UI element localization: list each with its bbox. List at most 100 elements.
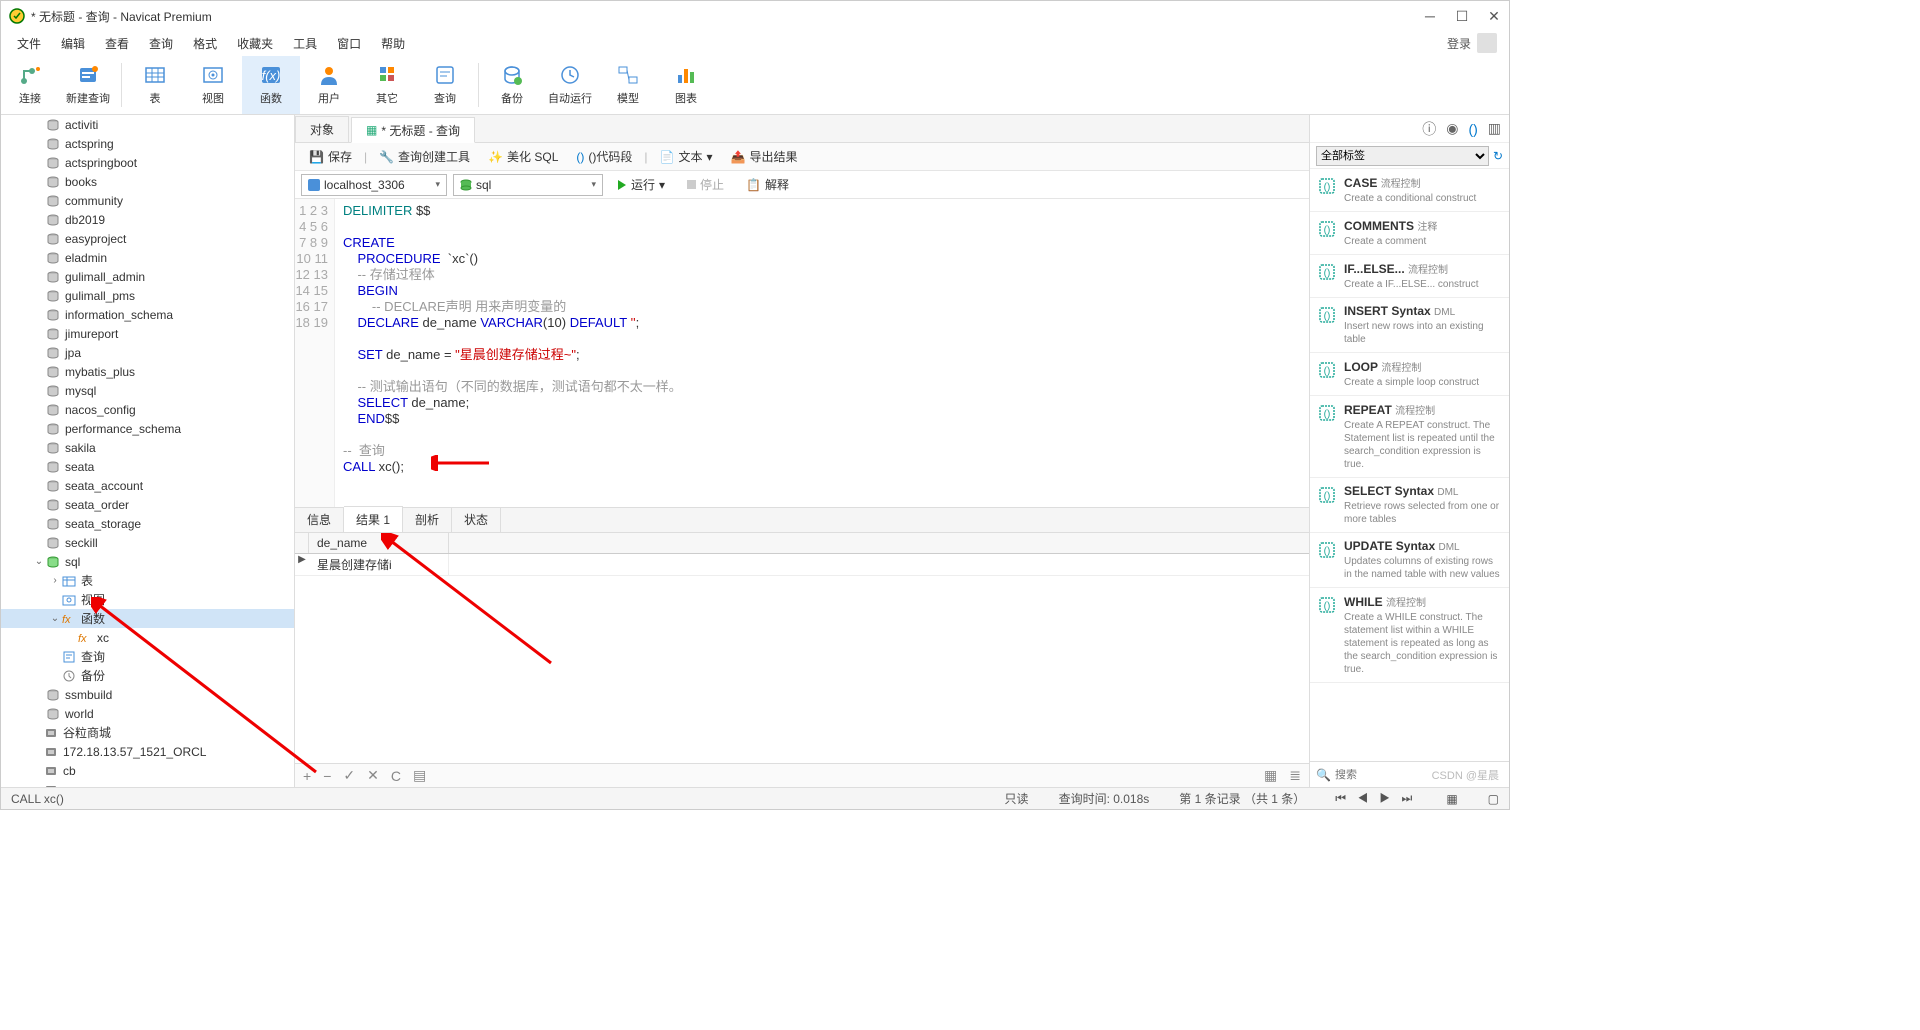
refresh-snippets-icon[interactable]: ↻ [1493,149,1503,163]
code-snippet-button[interactable]: ()()代码段 [568,145,640,168]
tree-item-sql[interactable]: ⌄sql [1,552,294,571]
menu-窗口[interactable]: 窗口 [327,34,371,54]
menu-工具[interactable]: 工具 [283,34,327,54]
toolbar-function[interactable]: f(x)函数 [242,56,300,114]
connection-dropdown[interactable]: localhost_3306▾ [301,174,447,196]
list-view-icon[interactable]: ≣ [1289,767,1301,784]
expander-icon[interactable]: ⌄ [33,556,45,567]
text-button[interactable]: 📄 文本 ▾ [652,145,721,168]
toolbar-new-query[interactable]: 新建查询 [59,56,117,114]
toolbar-model[interactable]: 模型 [599,56,657,114]
tree-item-world[interactable]: world [1,704,294,723]
snippet-UPDATE-Syntax[interactable]: ()UPDATE Syntax DMLUpdates columns of ex… [1310,533,1509,588]
tree-item-actspringboot[interactable]: actspringboot [1,153,294,172]
cell-value[interactable]: 星晨创建存储i [309,554,449,575]
table-row[interactable]: ▶ 星晨创建存储i [295,554,1309,576]
grid-mode-icon[interactable]: ▦ [1446,792,1457,806]
menu-查询[interactable]: 查询 [139,34,183,54]
toolbar-automation[interactable]: 自动运行 [541,56,599,114]
tab-info[interactable]: 信息 [295,507,344,532]
tree-item-community[interactable]: community [1,191,294,210]
database-dropdown[interactable]: sql▾ [453,174,603,196]
snippet-list[interactable]: ()CASE 流程控制Create a conditional construc… [1310,169,1509,761]
code-snippet-panel-icon[interactable]: () [1468,121,1477,137]
maximize-button[interactable]: ☐ [1455,9,1469,23]
tree-item-seckill[interactable]: seckill [1,533,294,552]
menu-查看[interactable]: 查看 [95,34,139,54]
toolbar-connect[interactable]: 连接 [1,56,59,114]
refresh-icon[interactable]: C [391,768,401,784]
tree-item-easyproject[interactable]: easyproject [1,229,294,248]
toolbar-backup[interactable]: 备份 [483,56,541,114]
object-tree-sidebar[interactable]: activitiactspringactspringbootbookscommu… [1,115,295,787]
snippet-SELECT-Syntax[interactable]: ()SELECT Syntax DMLRetrieve rows selecte… [1310,478,1509,533]
tab-status[interactable]: 状态 [452,507,501,532]
delete-record-icon[interactable]: − [323,768,331,784]
grid-view-icon[interactable]: ▦ [1264,767,1277,784]
cancel-icon[interactable]: ✕ [367,767,379,784]
tree-item-seata_storage[interactable]: seata_storage [1,514,294,533]
minimize-button[interactable]: ─ [1423,9,1437,23]
tree-item-gulimall_admin[interactable]: gulimall_admin [1,267,294,286]
beautify-sql-button[interactable]: ✨ 美化 SQL [480,145,566,168]
snippet-INSERT-Syntax[interactable]: ()INSERT Syntax DMLInsert new rows into … [1310,298,1509,353]
tree-item-mysql[interactable]: mysql [1,381,294,400]
tree-item-information_schema[interactable]: information_schema [1,305,294,324]
save-button[interactable]: 💾 保存 [301,145,360,168]
form-mode-icon[interactable]: ▢ [1488,792,1499,806]
tree-item-172.18.13.57_1521_ORCL[interactable]: 172.18.13.57_1521_ORCL [1,742,294,761]
tree-item-xc[interactable]: fxxc [1,628,294,647]
expander-icon[interactable]: › [49,575,61,586]
tree-item-zs[interactable]: zs [1,780,294,787]
tree-item-cb[interactable]: cb [1,761,294,780]
menu-文件[interactable]: 文件 [7,34,51,54]
tab-analyze[interactable]: 剖析 [403,507,452,532]
menu-格式[interactable]: 格式 [183,34,227,54]
export-button[interactable]: 📤 导出结果 [723,145,806,168]
toolbar-query[interactable]: 查询 [416,56,474,114]
tree-item-备份[interactable]: 备份 [1,666,294,685]
apply-icon[interactable]: ✓ [343,767,355,784]
toolbar-user[interactable]: 用户 [300,56,358,114]
record-nav[interactable]: ⏮ ◀ ▶ ⏭ [1335,791,1416,806]
tab-object[interactable]: 对象 [295,116,349,142]
tree-item-db2019[interactable]: db2019 [1,210,294,229]
menu-编辑[interactable]: 编辑 [51,34,95,54]
menu-收藏夹[interactable]: 收藏夹 [227,34,283,54]
explain-button[interactable]: 📋 解释 [738,173,797,196]
close-button[interactable]: ✕ [1487,9,1501,23]
snippet-LOOP[interactable]: ()LOOP 流程控制Create a simple loop construc… [1310,353,1509,396]
tree-item-seata_account[interactable]: seata_account [1,476,294,495]
snippet-filter-dropdown[interactable]: 全部标签 [1316,146,1489,166]
toolbar-table[interactable]: 表 [126,56,184,114]
tree-item-seata_order[interactable]: seata_order [1,495,294,514]
snippet-CASE[interactable]: ()CASE 流程控制Create a conditional construc… [1310,169,1509,212]
tree-item-谷粒商城[interactable]: 谷粒商城 [1,723,294,742]
tree-item-actspring[interactable]: actspring [1,134,294,153]
snippet-IF-ELSE-[interactable]: ()IF...ELSE... 流程控制Create a IF...ELSE...… [1310,255,1509,298]
toolbar-other[interactable]: 其它 [358,56,416,114]
filter-icon[interactable]: ▤ [413,767,426,784]
eye-icon[interactable]: ◉ [1446,120,1458,137]
tab-query[interactable]: ▦ * 无标题 - 查询 [351,117,475,143]
tree-item-books[interactable]: books [1,172,294,191]
snippet-COMMENTS[interactable]: ()COMMENTS 注释Create a comment [1310,212,1509,255]
sql-editor[interactable]: 1 2 3 4 5 6 7 8 9 10 11 12 13 14 15 16 1… [295,199,1309,507]
tree-item-jpa[interactable]: jpa [1,343,294,362]
tree-item-performance_schema[interactable]: performance_schema [1,419,294,438]
panel-toggle-icon[interactable]: ▥ [1488,120,1501,137]
tree-item-sakila[interactable]: sakila [1,438,294,457]
tree-item-seata[interactable]: seata [1,457,294,476]
tree-item-表[interactable]: ›表 [1,571,294,590]
code-area[interactable]: DELIMITER $$ CREATE PROCEDURE `xc`() -- … [335,199,1309,507]
snippet-WHILE[interactable]: ()WHILE 流程控制Create a WHILE construct. Th… [1310,588,1509,683]
tree-item-视图[interactable]: 视图 [1,590,294,609]
tree-item-查询[interactable]: 查询 [1,647,294,666]
tree-item-eladmin[interactable]: eladmin [1,248,294,267]
login-button[interactable]: 登录 [1447,33,1503,53]
menu-帮助[interactable]: 帮助 [371,34,415,54]
tab-result[interactable]: 结果 1 [344,506,403,532]
run-button[interactable]: 运行 ▾ [609,173,673,196]
tree-item-mybatis_plus[interactable]: mybatis_plus [1,362,294,381]
column-header[interactable]: de_name [309,533,449,553]
